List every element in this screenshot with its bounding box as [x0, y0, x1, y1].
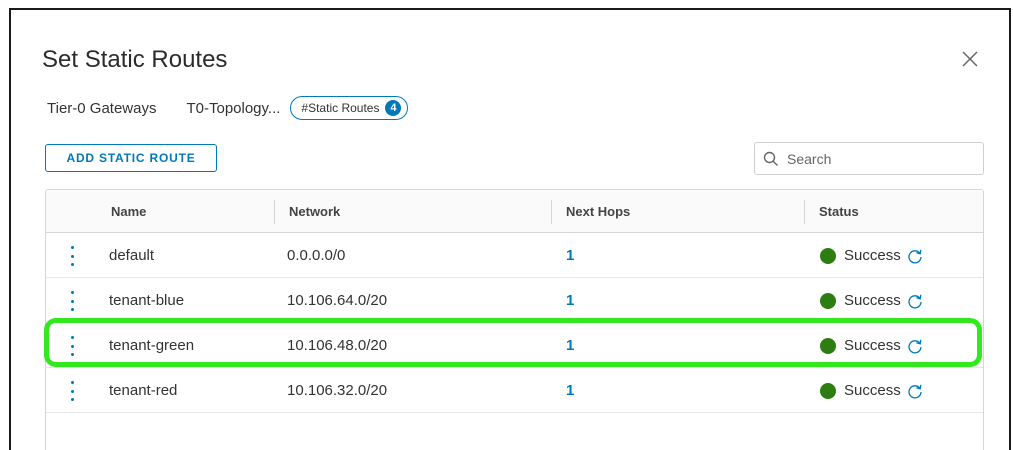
success-status-icon [820, 382, 836, 399]
route-next-hops-link[interactable]: 1 [566, 368, 574, 413]
success-status-icon [820, 247, 836, 264]
route-status: Success [820, 233, 923, 278]
route-next-hops-link[interactable]: 1 [566, 233, 574, 278]
static-routes-pill-label: #Static Routes [301, 101, 380, 115]
breadcrumb: Tier-0 Gateways T0-Topology... #Static R… [47, 94, 409, 122]
table-row: tenant-red 10.106.32.0/20 1 Success [46, 368, 983, 413]
table-row: default 0.0.0.0/0 1 Success [46, 233, 983, 278]
static-routes-table: Name Network Next Hops Status default 0.… [45, 189, 984, 450]
refresh-icon[interactable] [907, 293, 923, 309]
success-status-icon [820, 337, 836, 354]
route-network: 10.106.32.0/20 [287, 382, 388, 399]
static-routes-count-badge: 4 [385, 100, 402, 116]
route-name: default [109, 247, 155, 264]
status-label: Success [844, 247, 901, 264]
close-icon[interactable] [959, 48, 981, 70]
dialog-title: Set Static Routes [42, 46, 228, 73]
refresh-icon[interactable] [907, 338, 923, 354]
column-separator [804, 200, 805, 224]
breadcrumb-gateway-name: T0-Topology... [186, 99, 281, 117]
set-static-routes-dialog: Set Static Routes Tier-0 Gateways T0-Top… [9, 8, 1011, 450]
search-field[interactable] [754, 142, 984, 175]
status-label: Success [844, 292, 901, 309]
success-status-icon [820, 292, 836, 309]
breadcrumb-tier0-gateways: Tier-0 Gateways [47, 99, 157, 117]
row-actions-kebab-icon[interactable] [70, 291, 74, 311]
status-label: Success [844, 337, 901, 354]
row-actions-kebab-icon[interactable] [70, 381, 74, 401]
row-actions-kebab-icon[interactable] [70, 246, 74, 266]
search-icon [763, 151, 778, 166]
route-network: 10.106.64.0/20 [287, 292, 388, 309]
route-status: Success [820, 368, 923, 413]
route-next-hops-link[interactable]: 1 [566, 278, 574, 323]
refresh-icon[interactable] [907, 383, 923, 399]
table-header: Name Network Next Hops Status [46, 190, 983, 233]
route-network: 10.106.48.0/20 [287, 337, 388, 354]
route-name: tenant-blue [109, 292, 185, 309]
add-static-route-button[interactable]: ADD STATIC ROUTE [45, 144, 217, 172]
column-header-next-hops[interactable]: Next Hops [566, 190, 630, 233]
column-separator [551, 200, 552, 224]
table-row: tenant-green 10.106.48.0/20 1 Success [46, 323, 983, 368]
column-header-status[interactable]: Status [819, 190, 859, 233]
route-name: tenant-green [109, 337, 195, 354]
refresh-icon[interactable] [907, 248, 923, 264]
status-label: Success [844, 382, 901, 399]
route-status: Success [820, 323, 923, 368]
route-next-hops-link[interactable]: 1 [566, 323, 574, 368]
route-status: Success [820, 278, 923, 323]
column-separator [274, 200, 275, 224]
route-network: 0.0.0.0/0 [287, 247, 346, 264]
column-header-network[interactable]: Network [289, 190, 340, 233]
row-actions-kebab-icon[interactable] [70, 336, 74, 356]
column-header-name[interactable]: Name [111, 190, 146, 233]
table-row: tenant-blue 10.106.64.0/20 1 Success [46, 278, 983, 323]
static-routes-pill: #Static Routes 4 [290, 96, 409, 120]
search-input[interactable] [787, 150, 967, 167]
route-name: tenant-red [109, 382, 178, 399]
